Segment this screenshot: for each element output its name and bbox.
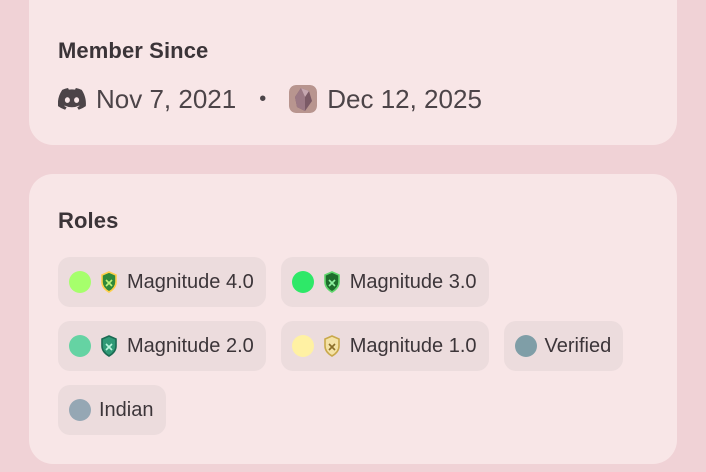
role-color-dot: [69, 271, 91, 293]
role-pill-magnitude-2[interactable]: Magnitude 2.0: [58, 321, 266, 371]
role-label: Magnitude 1.0: [349, 334, 477, 357]
role-pill-magnitude-3[interactable]: Magnitude 3.0: [280, 257, 489, 307]
member-since-title: Member Since: [58, 38, 209, 63]
discord-join-date: Nov 7, 2021: [96, 83, 237, 114]
role-color-dot: [291, 335, 314, 357]
roles-row: Magnitude 4.0 Magnitude 3.0: [58, 257, 658, 307]
role-label: Indian: [99, 398, 154, 421]
role-pill-magnitude-4[interactable]: Magnitude 4.0: [58, 257, 266, 307]
crest-badge-icon: [314, 271, 342, 293]
role-label: Magnitude 2.0: [127, 334, 254, 357]
role-color-dot: [69, 335, 91, 357]
role-color-dot: [69, 399, 91, 421]
roles-title: Roles: [58, 208, 119, 233]
profile-panel: Member Since Nov 7, 2021 • Dec 12, 2025 …: [0, 0, 706, 472]
role-pill-verified[interactable]: Verified: [503, 321, 624, 371]
crest-badge-icon: [91, 335, 119, 357]
discord-logo-icon: [58, 88, 86, 110]
role-label: Magnitude 3.0: [349, 270, 477, 293]
role-color-dot: [291, 271, 314, 293]
roles-row: Magnitude 2.0 Magnitude 1.0 Verified: [58, 321, 658, 371]
member-since-row: Nov 7, 2021 • Dec 12, 2025: [58, 82, 482, 116]
roles-row: Indian: [58, 385, 658, 435]
roles-list: Magnitude 4.0 Magnitude 3.0 Magnitude 2.…: [58, 257, 658, 449]
crest-badge-icon: [91, 271, 119, 293]
server-join-date: Dec 12, 2025: [327, 83, 482, 114]
role-pill-indian[interactable]: Indian: [58, 385, 166, 435]
role-pill-magnitude-1[interactable]: Magnitude 1.0: [280, 321, 489, 371]
role-color-dot: [514, 335, 537, 357]
role-label: Magnitude 4.0: [127, 270, 254, 293]
separator-dot: •: [259, 87, 267, 110]
crest-badge-icon: [314, 335, 342, 357]
server-avatar-icon[interactable]: [289, 85, 318, 113]
member-since-card: Member Since Nov 7, 2021 • Dec 12, 2025: [29, 0, 677, 145]
roles-card: Roles Magnitude 4.0 Magnitude 3.0 Magnit…: [29, 174, 677, 464]
role-label: Verified: [544, 334, 612, 357]
